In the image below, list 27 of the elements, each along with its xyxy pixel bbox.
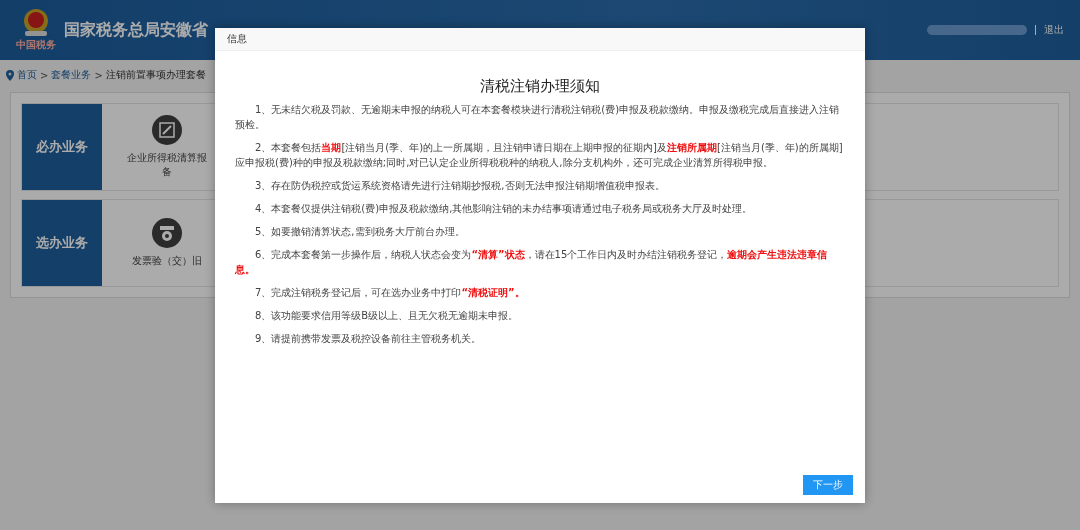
logo-caption: 中国税务 (16, 38, 56, 52)
medal-icon[interactable] (152, 218, 182, 248)
breadcrumb-separator: > (94, 69, 103, 81)
notice-paragraph: 6、完成本套餐第一步操作后，纳税人状态会变为“清算”状态，请在15个工作日内及时办结注销税务登记，逾期会产生违法违章信息。 (235, 248, 829, 277)
next-step-button[interactable]: 下一步 (803, 475, 853, 495)
notice-heading: 清税注销办理须知 (479, 77, 601, 96)
service-item-label[interactable]: 发票验（交）旧 (132, 254, 202, 268)
section-label: 选办业务 (22, 200, 102, 286)
notice-paragraph: 5、如要撤销清算状态,需到税务大厅前台办理。 (254, 225, 466, 239)
notice-paragraph: 9、请提前携带发票及税控设备前往主管税务机关。 (254, 332, 483, 346)
edit-icon[interactable] (152, 115, 182, 145)
notice-paragraph: 4、本套餐仅提供注销税(费)申报及税款缴纳,其他影响注销的未办结事项请通过电子税务局或税务大厅及时处理。 (254, 202, 754, 216)
breadcrumb-link[interactable]: 注销前置事项办理套餐 (105, 68, 206, 82)
site-title: 国家税务总局安徽省 (64, 19, 208, 41)
breadcrumb-link[interactable]: 套餐业务 (51, 68, 92, 82)
section-label: 必办业务 (22, 104, 102, 190)
notice-paragraph: 7、完成注销税务登记后，可在选办业务中打印“清税证明”。 (254, 286, 526, 300)
dialog-title: 信息 (227, 32, 247, 46)
service-item-label[interactable]: 企业所得税清算报备 (127, 151, 207, 179)
notice-paragraph: 8、该功能要求信用等级B级以上、且无欠税无逾期未申报。 (254, 309, 520, 323)
notice-paragraph: 1、无未结欠税及罚款、无逾期未申报的纳税人可在本套餐模块进行清税注销税(费)申报及税款缴纳。申报及缴税完成后直接进入注销预检。 (235, 103, 841, 132)
location-pin-icon (6, 69, 14, 81)
breadcrumb-link[interactable]: 首页 (17, 68, 37, 82)
logout-link[interactable]: 退出 (1044, 23, 1064, 37)
notice-paragraph: 3、存在防伪税控或货运系统资格请先进行注销期抄报税,否则无法申报注销期增值税申报表。 (254, 179, 666, 193)
notice-paragraph: 2、本套餐包括当期[注销当月(季、年)的上一所属期，且注销申请日期在上期申报的征期内]及注销所属期[注销当月(季、年)的所属期]应申报税(费)种的申报及税款缴纳;同时,对已认定企业所得税税种的纳税人,除分支机构外，还可完成企业清算所得税申报。 (235, 141, 844, 170)
breadcrumb-separator: > (40, 69, 49, 81)
